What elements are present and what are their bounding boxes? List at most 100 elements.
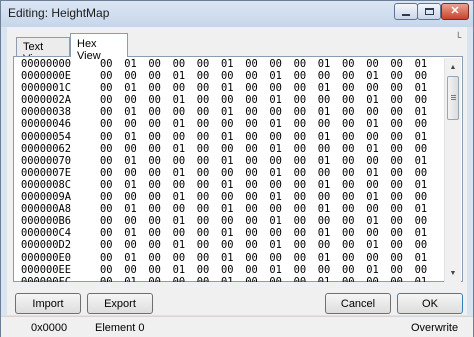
hex-byte[interactable]: 00	[415, 239, 428, 251]
hex-byte[interactable]: 00	[366, 252, 379, 264]
hex-byte[interactable]: 00	[269, 82, 282, 94]
hex-byte[interactable]: 00	[390, 215, 403, 227]
hex-byte[interactable]: 00	[366, 82, 379, 94]
hex-byte[interactable]: 01	[318, 131, 331, 143]
hex-byte[interactable]: 00	[342, 70, 355, 82]
hex-byte[interactable]: 00	[148, 131, 161, 143]
hex-byte[interactable]: 01	[318, 276, 331, 282]
hex-byte[interactable]: 00	[245, 94, 258, 106]
hex-row[interactable]: 000000B6 00 00 00 01 00 00 00 01 00 00 00 01 00 00	[18, 215, 442, 227]
hex-byte[interactable]: 00	[173, 252, 186, 264]
hex-byte[interactable]: 00	[390, 70, 403, 82]
hex-byte[interactable]: 00	[100, 106, 113, 118]
hex-byte[interactable]: 01	[366, 191, 379, 203]
hex-byte[interactable]: 00	[197, 239, 210, 251]
hex-byte[interactable]: 01	[366, 215, 379, 227]
hex-byte[interactable]: 00	[148, 58, 161, 70]
hex-byte[interactable]: 00	[294, 118, 307, 130]
hex-byte[interactable]: 00	[245, 179, 258, 191]
hex-byte[interactable]: 00	[318, 118, 331, 130]
hex-byte[interactable]: 00	[390, 118, 403, 130]
hex-byte[interactable]: 00	[100, 58, 113, 70]
hex-editor[interactable]: 00000000 00 01 00 00 00 01 00 00 00 01 00 00 00 01 0000…	[18, 58, 442, 282]
hex-byte[interactable]: 01	[173, 239, 186, 251]
cancel-button[interactable]: Cancel	[325, 293, 391, 314]
hex-byte[interactable]: 00	[342, 118, 355, 130]
hex-byte[interactable]: 00	[390, 227, 403, 239]
hex-byte[interactable]: 01	[269, 70, 282, 82]
hex-byte[interactable]: 00	[269, 227, 282, 239]
hex-byte[interactable]: 01	[221, 106, 234, 118]
hex-byte[interactable]: 00	[100, 143, 113, 155]
hex-byte[interactable]: 00	[124, 143, 137, 155]
hex-byte[interactable]: 00	[100, 239, 113, 251]
hex-byte[interactable]: 01	[415, 203, 428, 215]
hex-byte[interactable]: 00	[318, 167, 331, 179]
hex-byte[interactable]: 00	[390, 155, 403, 167]
hex-byte[interactable]: 00	[415, 118, 428, 130]
hex-byte[interactable]: 00	[148, 167, 161, 179]
hex-byte[interactable]: 01	[173, 143, 186, 155]
hex-byte[interactable]: 01	[415, 227, 428, 239]
hex-byte[interactable]: 00	[245, 155, 258, 167]
hex-byte[interactable]: 00	[245, 143, 258, 155]
export-button[interactable]: Export	[87, 293, 153, 314]
hex-byte[interactable]: 00	[415, 94, 428, 106]
hex-byte[interactable]: 00	[342, 179, 355, 191]
hex-byte[interactable]: 00	[100, 70, 113, 82]
hex-row[interactable]: 00000046 00 00 00 01 00 00 00 01 00 00 00 01 00 00	[18, 118, 442, 130]
scroll-up-arrow-icon[interactable]: ▲	[447, 60, 459, 74]
hex-byte[interactable]: 00	[148, 239, 161, 251]
hex-byte[interactable]: 00	[294, 203, 307, 215]
hex-byte[interactable]: 00	[342, 191, 355, 203]
hex-byte[interactable]: 00	[390, 82, 403, 94]
hex-byte[interactable]: 00	[415, 70, 428, 82]
hex-byte[interactable]: 00	[415, 264, 428, 276]
hex-byte[interactable]: 01	[221, 227, 234, 239]
hex-byte[interactable]: 01	[269, 239, 282, 251]
hex-byte[interactable]: 00	[366, 58, 379, 70]
hex-byte[interactable]: 00	[415, 167, 428, 179]
hex-byte[interactable]: 00	[245, 264, 258, 276]
hex-byte[interactable]: 00	[342, 264, 355, 276]
scroll-down-arrow-icon[interactable]: ▼	[447, 266, 459, 280]
hex-byte[interactable]: 00	[173, 58, 186, 70]
hex-byte[interactable]: 00	[148, 179, 161, 191]
hex-byte[interactable]: 00	[124, 239, 137, 251]
hex-byte[interactable]: 01	[269, 118, 282, 130]
hex-row[interactable]: 0000002A 00 00 00 01 00 00 00 01 00 00 00 01 00 00	[18, 94, 442, 106]
hex-byte[interactable]: 00	[197, 264, 210, 276]
hex-byte[interactable]: 00	[148, 252, 161, 264]
tab-text-view[interactable]: Text View	[16, 37, 70, 65]
hex-byte[interactable]: 00	[245, 227, 258, 239]
pin-icon[interactable]: └	[455, 32, 461, 42]
hex-byte[interactable]: 00	[197, 70, 210, 82]
hex-byte[interactable]: 00	[124, 167, 137, 179]
hex-byte[interactable]: 00	[100, 179, 113, 191]
hex-byte[interactable]: 00	[197, 94, 210, 106]
hex-byte[interactable]: 01	[124, 106, 137, 118]
hex-byte[interactable]: 00	[100, 191, 113, 203]
hex-byte[interactable]: 00	[148, 106, 161, 118]
hex-byte[interactable]: 00	[124, 118, 137, 130]
hex-byte[interactable]: 00	[148, 70, 161, 82]
hex-byte[interactable]: 00	[294, 58, 307, 70]
hex-byte[interactable]: 00	[124, 94, 137, 106]
hex-byte[interactable]: 00	[294, 155, 307, 167]
hex-byte[interactable]: 00	[197, 227, 210, 239]
hex-byte[interactable]: 00	[197, 143, 210, 155]
hex-byte[interactable]: 00	[245, 131, 258, 143]
hex-byte[interactable]: 01	[318, 58, 331, 70]
hex-byte[interactable]: 00	[269, 203, 282, 215]
hex-byte[interactable]: 00	[294, 179, 307, 191]
hex-byte[interactable]: 01	[173, 118, 186, 130]
hex-byte[interactable]: 00	[294, 239, 307, 251]
hex-byte[interactable]: 00	[415, 143, 428, 155]
hex-byte[interactable]: 00	[245, 191, 258, 203]
hex-byte[interactable]: 00	[390, 179, 403, 191]
hex-byte[interactable]: 00	[390, 252, 403, 264]
hex-row[interactable]: 0000009A 00 00 00 01 00 00 00 01 00 00 00 01 00 00	[18, 191, 442, 203]
hex-byte[interactable]: 00	[245, 215, 258, 227]
hex-byte[interactable]: 00	[197, 276, 210, 282]
hex-byte[interactable]: 00	[390, 131, 403, 143]
